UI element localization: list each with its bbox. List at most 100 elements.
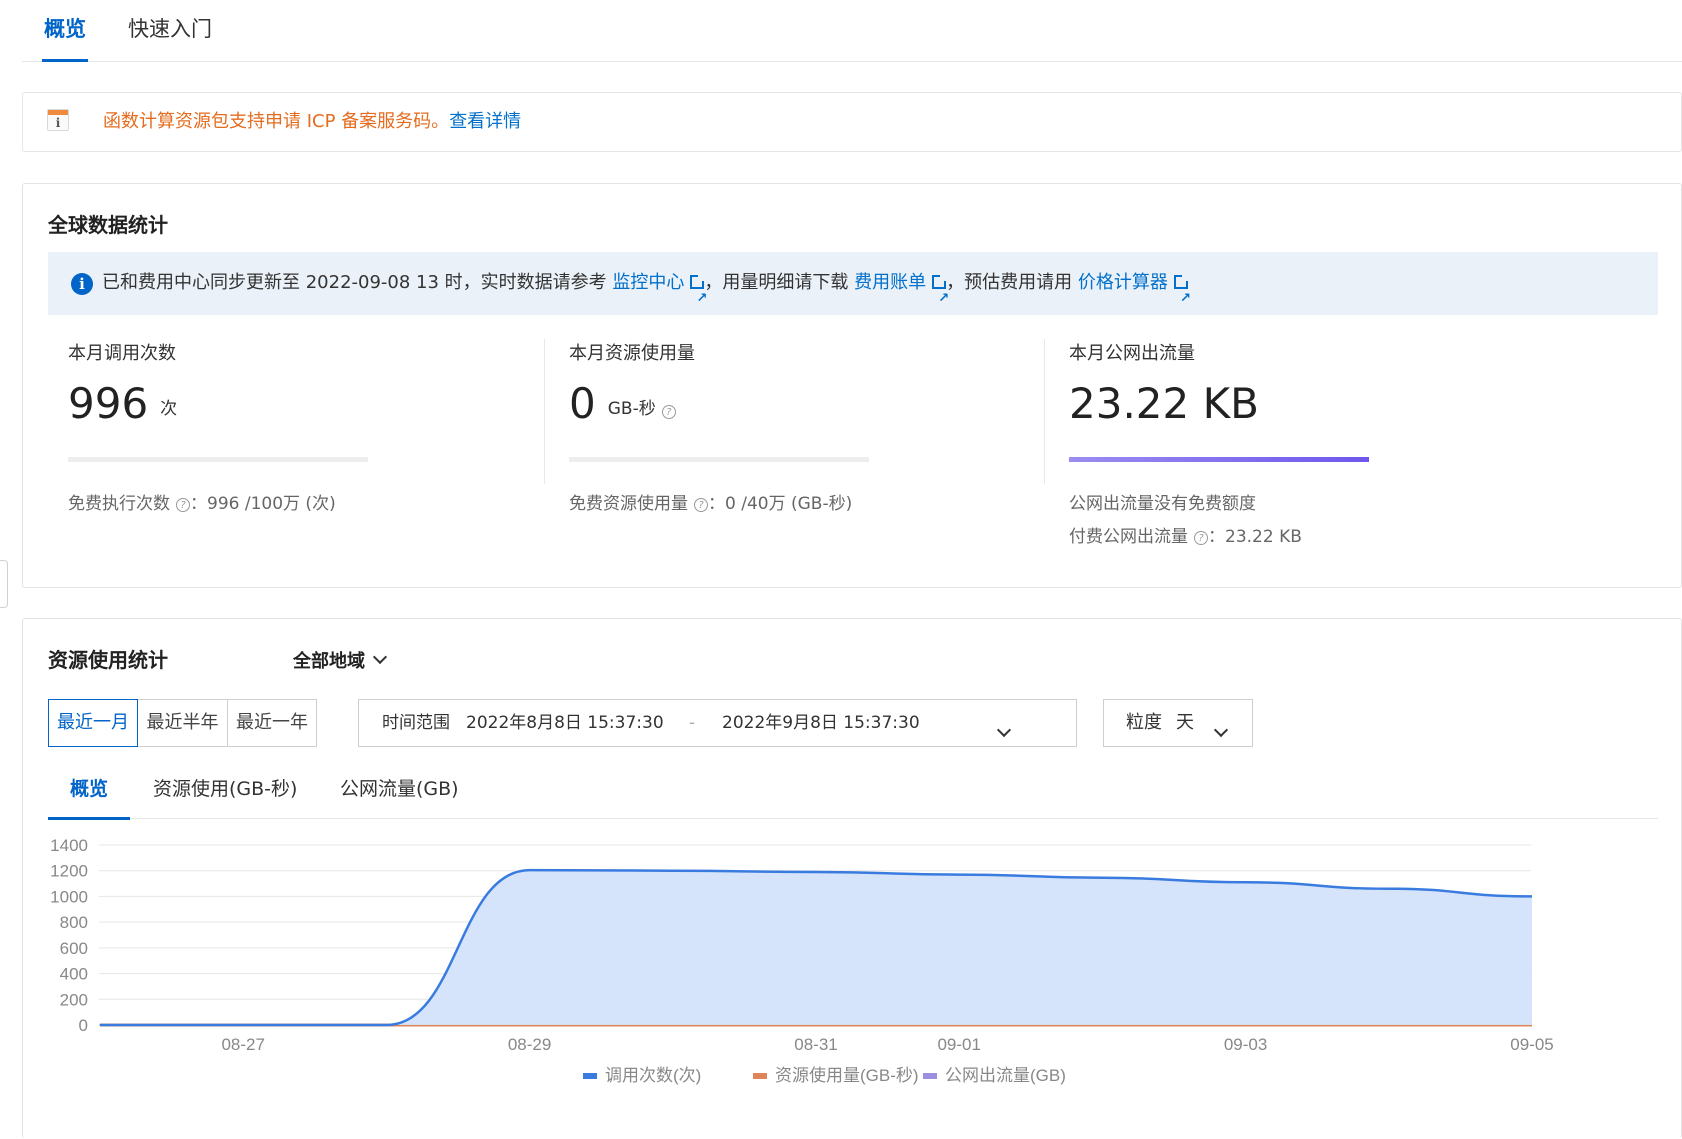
chevron-down-icon (373, 650, 387, 664)
y-tick-label: 200 (60, 990, 88, 1009)
chevron-down-icon (999, 712, 1009, 758)
sync-info-text: 已和费用中心同步更新至 2022-09-08 13 时，实时数据请参考 监控中心… (102, 252, 1188, 314)
range-last-year-button[interactable]: 最近一年 (227, 699, 317, 747)
invocations-value: 996 次 (68, 379, 177, 428)
legend-item: 资源使用量(GB-秒) (775, 1065, 919, 1085)
view-details-link[interactable]: 查看详情 (449, 111, 521, 132)
free-invocations-value: ：996 /100万 (次) (190, 494, 336, 514)
resource-number: 0 (569, 379, 596, 428)
billing-link[interactable]: 费用账单 (854, 272, 946, 293)
price-calculator-label: 价格计算器 (1078, 272, 1168, 293)
icp-notice: i 函数计算资源包支持申请 ICP 备案服务码。查看详情 (22, 92, 1682, 152)
y-tick-label: 1400 (50, 836, 88, 855)
tab-overview[interactable]: 概览 (44, 0, 86, 62)
global-stats-title: 全球数据统计 (48, 209, 168, 238)
x-tick-label: 09-01 (937, 1035, 980, 1054)
help-icon[interactable]: ? (1194, 531, 1208, 545)
tab-quick-start[interactable]: 快速入门 (128, 0, 212, 62)
tab-usage-overview[interactable]: 概览 (70, 759, 108, 819)
help-icon[interactable]: ? (694, 498, 708, 512)
resource-title: 本月资源使用量 (569, 339, 695, 365)
usage-tab-bar: 概览 资源使用(GB-秒) 公网流量(GB) (48, 759, 1658, 819)
end-date: 2022年9月8日 15:37:30 (722, 700, 920, 746)
divider (544, 339, 545, 484)
external-link-icon (690, 275, 704, 289)
y-tick-label: 1200 (50, 862, 88, 881)
notice-message: 函数计算资源包支持申请 ICP 备案服务码。 (103, 111, 449, 132)
traffic-progress-fill (1069, 457, 1369, 462)
traffic-stat: 本月公网出流量 23.22 KB 公网出流量没有免费额度 付费公网出流量?：23… (1069, 339, 1589, 569)
x-tick-label: 08-31 (794, 1035, 837, 1054)
invocations-title: 本月调用次数 (68, 339, 176, 365)
traffic-progress-bar (1069, 457, 1369, 462)
price-calculator-link[interactable]: 价格计算器 (1078, 272, 1188, 293)
sync-info-prefix: 已和费用中心同步更新至 2022-09-08 13 时，实时数据请参考 (102, 272, 607, 293)
help-icon[interactable]: ? (662, 405, 676, 419)
sync-info-mid2: ，预估费用请用 (946, 272, 1072, 293)
start-date: 2022年8月8日 15:37:30 (466, 700, 664, 746)
x-tick-label: 09-05 (1510, 1035, 1553, 1054)
legend-item: 调用次数(次) (605, 1066, 701, 1085)
resource-unit: GB-秒 (608, 399, 656, 419)
notice-i-icon: i (47, 109, 69, 131)
free-resource-label: 免费资源使用量 (569, 494, 688, 514)
invocations-progress-bar (68, 457, 368, 462)
traffic-note: 公网出流量没有免费额度 (1069, 489, 1256, 514)
x-tick-label: 08-29 (508, 1035, 551, 1054)
sync-info-mid1: ，用量明细请下载 (704, 272, 848, 293)
side-collapse-handle[interactable] (0, 560, 8, 608)
range-last-half-year-button[interactable]: 最近半年 (137, 699, 228, 747)
divider (1044, 339, 1045, 484)
paid-traffic-label: 付费公网出流量 (1069, 527, 1188, 547)
resource-progress-bar (569, 457, 869, 462)
help-icon[interactable]: ? (176, 498, 190, 512)
chevron-down-icon (1216, 712, 1226, 758)
region-dropdown[interactable]: 全部地域 (293, 647, 385, 673)
legend-swatch (923, 1073, 937, 1079)
external-link-icon (932, 275, 946, 289)
invocations-note: 免费执行次数?：996 /100万 (次) (68, 489, 336, 514)
range-last-month-button[interactable]: 最近一月 (48, 699, 138, 747)
x-tick-label: 09-03 (1224, 1035, 1267, 1054)
monitor-center-label: 监控中心 (612, 272, 684, 293)
date-separator: - (689, 700, 695, 746)
resource-note: 免费资源使用量?：0 /40万 (GB-秒) (569, 489, 852, 514)
info-icon: i (71, 273, 93, 295)
y-tick-label: 600 (60, 939, 88, 958)
invocations-number: 996 (68, 379, 148, 428)
region-label: 全部地域 (293, 651, 365, 672)
paid-traffic-note: 付费公网出流量?：23.22 KB (1069, 522, 1302, 547)
usage-stats-card: 资源使用统计 全部地域 最近一月 最近半年 最近一年 时间范围 2022年8月8… (22, 618, 1682, 1138)
monitor-center-link[interactable]: 监控中心 (612, 272, 704, 293)
legend-item: 公网出流量(GB) (945, 1066, 1066, 1085)
x-tick-label: 08-27 (221, 1035, 264, 1054)
granularity-select[interactable]: 粒度 天 (1103, 699, 1253, 747)
y-tick-label: 800 (60, 913, 88, 932)
legend-swatch (583, 1073, 597, 1079)
invocations-stat: 本月调用次数 996 次 免费执行次数?：996 /100万 (次) (68, 339, 588, 569)
traffic-value: 23.22 KB (1069, 379, 1259, 428)
granularity-label: 粒度 (1126, 700, 1162, 746)
global-stats-card: 全球数据统计 i 已和费用中心同步更新至 2022-09-08 13 时，实时数… (22, 183, 1682, 588)
resource-stat: 本月资源使用量 0 GB-秒? 免费资源使用量?：0 /40万 (GB-秒) (569, 339, 1089, 569)
tab-resource-usage[interactable]: 资源使用(GB-秒) (153, 759, 297, 819)
legend-swatch (753, 1073, 767, 1079)
usage-stats-title: 资源使用统计 (48, 644, 168, 673)
sync-info-bar: i 已和费用中心同步更新至 2022-09-08 13 时，实时数据请参考 监控… (48, 252, 1658, 315)
resource-value: 0 GB-秒? (569, 379, 676, 428)
billing-label: 费用账单 (854, 272, 926, 293)
external-link-icon (1174, 275, 1188, 289)
granularity-value: 天 (1176, 700, 1194, 746)
usage-area-chart: 0 200 400 600 800 1000 1200 1400 08-27 08-29 08-31… (23, 829, 1663, 1139)
time-range-label: 时间范围 (382, 700, 450, 746)
invocations-unit: 次 (160, 399, 177, 419)
tab-public-traffic[interactable]: 公网流量(GB) (340, 759, 459, 819)
y-tick-label: 400 (60, 965, 88, 984)
y-tick-label: 0 (79, 1016, 88, 1035)
traffic-title: 本月公网出流量 (1069, 339, 1195, 365)
paid-traffic-value: ：23.22 KB (1208, 527, 1302, 547)
date-range-picker[interactable]: 时间范围 2022年8月8日 15:37:30 - 2022年9月8日 15:3… (358, 699, 1077, 747)
top-tab-bar: 概览 快速入门 (22, 0, 1682, 62)
y-tick-label: 1000 (50, 887, 88, 906)
free-invocations-label: 免费执行次数 (68, 494, 170, 514)
